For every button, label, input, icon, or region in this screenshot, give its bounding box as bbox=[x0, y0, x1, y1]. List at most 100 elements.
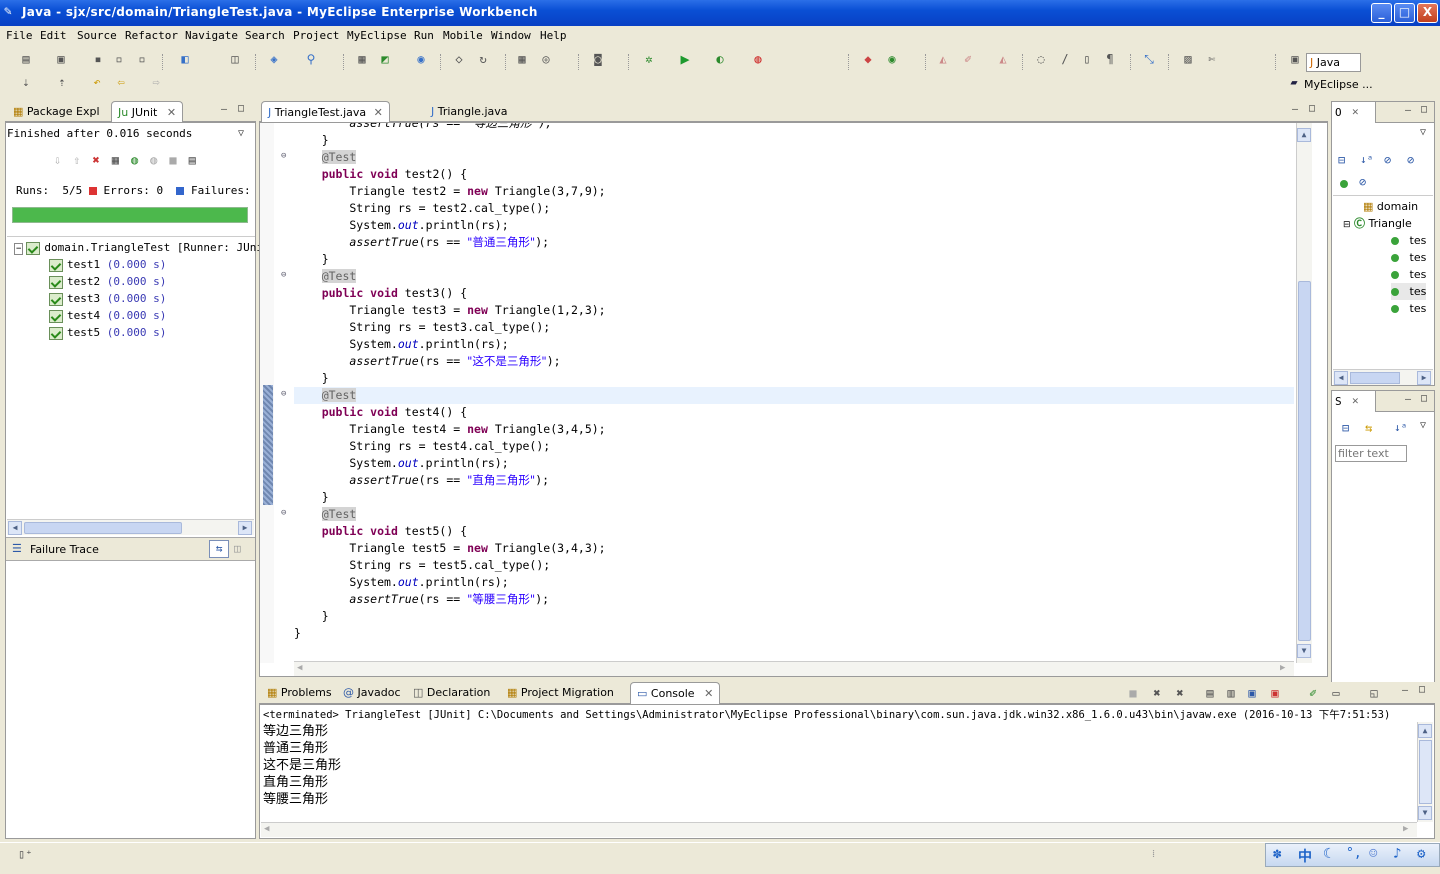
tree-hscroll[interactable]: ◀ ▶ bbox=[7, 519, 254, 535]
fold-icon[interactable]: ⊖ bbox=[281, 270, 286, 280]
collapse-icon[interactable]: − bbox=[14, 243, 24, 255]
code-line[interactable]: } bbox=[294, 370, 329, 387]
moon-icon[interactable]: ☾ bbox=[1323, 846, 1331, 862]
maximize-view-icon[interactable]: □ bbox=[1421, 104, 1427, 115]
deploy-icon[interactable]: ◈ bbox=[266, 51, 282, 67]
code-line[interactable]: assertTrue(rs == "等腰三角形"); bbox=[294, 591, 549, 608]
filter-trace-icon[interactable]: ⇆ bbox=[209, 540, 229, 558]
sync-icon[interactable]: ⇆ bbox=[1365, 421, 1372, 435]
menu-source[interactable]: Source bbox=[77, 29, 117, 42]
public-members-icon[interactable] bbox=[1340, 177, 1348, 190]
code-line[interactable]: } bbox=[294, 132, 329, 149]
back-icon[interactable]: ⇦ bbox=[113, 74, 129, 90]
display-console-icon[interactable]: ▭ bbox=[1328, 685, 1344, 701]
code-line[interactable]: assertTrue(rs == "直角三角形"); bbox=[294, 472, 549, 489]
punct-icon[interactable]: °, bbox=[1346, 846, 1362, 861]
outline-class[interactable]: ⊟ Ⓒ Triangle bbox=[1343, 215, 1412, 232]
tab-s-view[interactable]: S ✕ bbox=[1332, 391, 1376, 412]
pilcrow-icon[interactable]: ¶ bbox=[1102, 51, 1118, 67]
code-line[interactable]: assertTrue(rs == "普通三角形"); bbox=[294, 234, 549, 251]
fold-icon[interactable]: ⊖ bbox=[281, 151, 286, 161]
save-icon[interactable]: ▪ bbox=[90, 51, 106, 67]
minimize-view-icon[interactable]: — bbox=[1405, 105, 1411, 116]
outline-hscroll[interactable]: ◀ ▶ bbox=[1333, 369, 1433, 385]
minimize-view-icon[interactable]: — bbox=[1405, 394, 1411, 405]
minimize-view-icon[interactable]: — bbox=[221, 104, 227, 115]
close-tab-icon[interactable]: ✕ bbox=[374, 106, 383, 119]
debug-icon[interactable]: ✲ bbox=[641, 51, 657, 67]
pin-icon[interactable]: ✐ bbox=[960, 51, 976, 67]
build-icon[interactable]: ▦ bbox=[354, 51, 370, 67]
prev-annotation-icon[interactable]: ⇡ bbox=[54, 74, 70, 90]
close-tab-icon[interactable]: ✕ bbox=[704, 687, 713, 700]
camera-icon[interactable]: ◙ bbox=[590, 51, 606, 67]
layout-icon[interactable]: ▤ bbox=[189, 153, 208, 167]
next-annotation-icon[interactable]: ⇣ bbox=[18, 74, 34, 90]
new-project-icon[interactable]: ▣ bbox=[53, 51, 69, 67]
outline-method[interactable]: tes bbox=[1391, 266, 1426, 283]
folder-icon[interactable]: ◭ bbox=[995, 51, 1011, 67]
code-line[interactable]: } bbox=[294, 625, 301, 642]
console-vscroll[interactable]: ▲ ▼ bbox=[1417, 722, 1433, 822]
remove-all-icon[interactable]: ✖ bbox=[1172, 685, 1188, 701]
scroll-left-icon[interactable]: ◀ bbox=[297, 663, 302, 673]
tab-project-migration[interactable]: ▦ Project Migration bbox=[501, 682, 620, 704]
bookmark-icon[interactable]: ▨ bbox=[1180, 51, 1196, 67]
close-tab-icon[interactable]: ✕ bbox=[1352, 394, 1359, 407]
gear-icon[interactable]: ⚙ bbox=[1417, 846, 1425, 862]
ime-mode[interactable]: 中 bbox=[1298, 846, 1312, 866]
rerun-icon[interactable]: ◍ bbox=[131, 153, 150, 167]
tree-test4[interactable]: test4 (0.000 s) bbox=[49, 307, 166, 324]
code-line[interactable]: System.out.println(rs); bbox=[294, 455, 508, 472]
code-line[interactable]: } bbox=[294, 608, 329, 625]
scroll-right-icon[interactable]: ▶ bbox=[1403, 824, 1408, 834]
mark-icon[interactable]: / bbox=[1057, 51, 1073, 67]
code-line[interactable]: System.out.println(rs); bbox=[294, 574, 508, 591]
save-all-icon[interactable]: ▫ bbox=[111, 51, 127, 67]
wrench-icon[interactable]: ✄ bbox=[1204, 51, 1220, 67]
collapse-all-icon[interactable]: ⊟ bbox=[1342, 421, 1349, 435]
close-tab-icon[interactable]: ✕ bbox=[167, 106, 176, 119]
menu-project[interactable]: Project bbox=[293, 29, 339, 42]
code-line[interactable]: assertTrue(rs == "这不是三角形"); bbox=[294, 353, 560, 370]
menu-refactor[interactable]: Refactor bbox=[125, 29, 178, 42]
collapse-all-icon[interactable]: ⊟ bbox=[1338, 153, 1345, 167]
link-icon[interactable]: ⤡ bbox=[1141, 51, 1157, 67]
history-icon[interactable]: ▦ bbox=[112, 153, 131, 167]
globe-icon[interactable]: ◉ bbox=[413, 51, 429, 67]
run-external-icon[interactable]: ◐ bbox=[712, 51, 728, 67]
tree-test3[interactable]: test3 (0.000 s) bbox=[49, 290, 166, 307]
rerun-failed-icon[interactable]: ◍ bbox=[150, 153, 169, 167]
scroll-left-icon[interactable]: ◀ bbox=[1334, 371, 1348, 385]
close-button[interactable]: X bbox=[1417, 3, 1438, 23]
menu-search[interactable]: Search bbox=[245, 29, 285, 42]
next-failure-icon[interactable]: ⇩ bbox=[54, 153, 73, 167]
block-icon[interactable]: ▯ bbox=[1079, 51, 1095, 67]
hscroll-thumb[interactable] bbox=[1350, 372, 1400, 384]
scroll-up-icon[interactable]: ▲ bbox=[1297, 128, 1311, 142]
outline-method[interactable]: tes bbox=[1391, 300, 1426, 317]
minimize-button[interactable]: _ bbox=[1371, 3, 1392, 23]
scroll-right-icon[interactable]: ▶ bbox=[1417, 371, 1431, 385]
tree-test2[interactable]: test2 (0.000 s) bbox=[49, 273, 166, 290]
outline-method[interactable]: tes bbox=[1391, 249, 1426, 266]
clear-console-icon[interactable]: ▤ bbox=[1202, 685, 1218, 701]
scroll-lock-icon[interactable]: ▥ bbox=[1223, 685, 1239, 701]
method-signature[interactable]: public void test4() { bbox=[294, 404, 467, 421]
compare-icon[interactable]: ◫ bbox=[234, 542, 241, 555]
collapse-icon[interactable]: ⊟ bbox=[1343, 220, 1351, 230]
terminate-icon[interactable]: ■ bbox=[1125, 685, 1141, 701]
view-menu-icon[interactable]: ▽ bbox=[1420, 127, 1426, 138]
sort-icon[interactable]: ↓ᵃ bbox=[1360, 153, 1373, 166]
search-icon[interactable]: ⚲ bbox=[303, 51, 319, 67]
menu-edit[interactable]: Edit bbox=[40, 29, 67, 42]
outline-method[interactable]: tes bbox=[1391, 283, 1427, 300]
tab-declaration[interactable]: ◫ Declaration bbox=[407, 682, 496, 704]
scroll-up-icon[interactable]: ▲ bbox=[1418, 724, 1432, 738]
scroll-right-icon[interactable]: ▶ bbox=[1280, 663, 1285, 673]
code-line[interactable]: assertTrue(rs == "等边三角形"); bbox=[294, 123, 552, 132]
tab-outline[interactable]: O ✕ bbox=[1332, 102, 1376, 123]
vscroll-thumb[interactable] bbox=[1419, 740, 1432, 804]
menu-navigate[interactable]: Navigate bbox=[185, 29, 238, 42]
tab-triangle-java[interactable]: J Triangle.java bbox=[425, 101, 514, 123]
